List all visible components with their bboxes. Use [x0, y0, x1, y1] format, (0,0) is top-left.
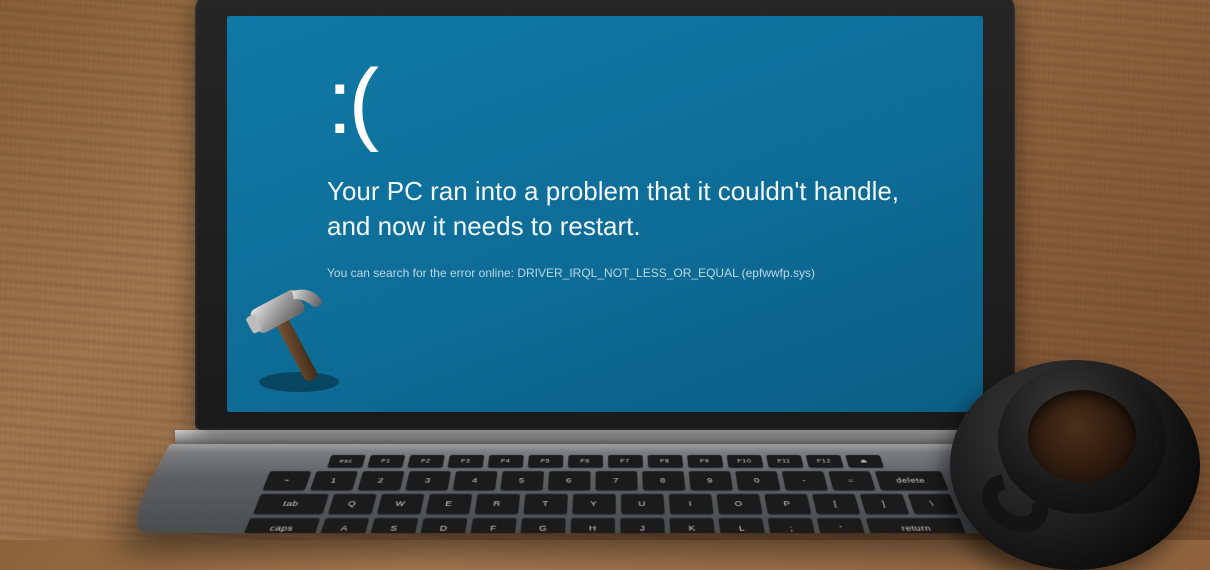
- key-h[interactable]: H: [570, 518, 615, 533]
- bsod-message: Your PC ran into a problem that it could…: [327, 174, 923, 244]
- key-q[interactable]: Q: [328, 494, 377, 514]
- key-;[interactable]: ;: [768, 518, 817, 533]
- key-f11[interactable]: F11: [766, 455, 803, 468]
- key-w[interactable]: W: [376, 494, 424, 514]
- key-'[interactable]: ': [817, 518, 867, 533]
- key-f3[interactable]: F3: [447, 455, 484, 468]
- key-4[interactable]: 4: [452, 471, 497, 490]
- key-k[interactable]: K: [669, 518, 715, 533]
- key-s[interactable]: S: [369, 518, 418, 533]
- laptop: :( Your PC ran into a problem that it co…: [170, 0, 1040, 564]
- key-f6[interactable]: F6: [567, 455, 602, 468]
- key-e[interactable]: E: [425, 494, 472, 514]
- key-f[interactable]: F: [470, 518, 517, 533]
- laptop-lid: :( Your PC ran into a problem that it co…: [195, 0, 1015, 430]
- key-u[interactable]: U: [620, 494, 664, 514]
- keyboard: escF1F2F3F4F5F6F7F8F9F10F11F12⏏ ~1234567…: [149, 455, 1062, 533]
- key-esc[interactable]: esc: [327, 455, 366, 468]
- key-o[interactable]: O: [716, 494, 762, 514]
- key-⏏[interactable]: ⏏: [845, 455, 884, 468]
- key-r[interactable]: R: [474, 494, 519, 514]
- key-i[interactable]: I: [668, 494, 713, 514]
- key-1[interactable]: 1: [310, 471, 358, 490]
- key-g[interactable]: G: [520, 518, 566, 533]
- bsod-subtext: You can search for the error online: DRI…: [327, 266, 923, 280]
- key-f9[interactable]: F9: [687, 455, 723, 468]
- key-delete[interactable]: delete: [874, 471, 948, 490]
- hammer-icon: [241, 278, 361, 398]
- key-2[interactable]: 2: [357, 471, 404, 490]
- key-tab[interactable]: tab: [253, 494, 329, 514]
- key-l[interactable]: L: [718, 518, 765, 533]
- key-6[interactable]: 6: [547, 471, 590, 490]
- key-f5[interactable]: F5: [527, 455, 563, 468]
- key-j[interactable]: J: [620, 518, 665, 533]
- key-[[interactable]: [: [811, 494, 859, 514]
- key-f1[interactable]: F1: [367, 455, 405, 468]
- key-y[interactable]: Y: [572, 494, 615, 514]
- key-f7[interactable]: F7: [608, 455, 643, 468]
- key-~[interactable]: ~: [262, 471, 311, 490]
- key-8[interactable]: 8: [642, 471, 685, 490]
- key-][interactable]: ]: [859, 494, 908, 514]
- key-t[interactable]: T: [523, 494, 567, 514]
- key-7[interactable]: 7: [595, 471, 637, 490]
- key-p[interactable]: P: [764, 494, 811, 514]
- key-f12[interactable]: F12: [805, 455, 843, 468]
- key-caps[interactable]: caps: [242, 518, 320, 533]
- key-a[interactable]: A: [319, 518, 369, 533]
- key-9[interactable]: 9: [688, 471, 732, 490]
- key-f8[interactable]: F8: [647, 455, 683, 468]
- coffee-cup: [940, 300, 1210, 570]
- bsod-emoticon: :(: [327, 56, 923, 148]
- key-0[interactable]: 0: [735, 471, 780, 490]
- laptop-hinge: [175, 430, 1035, 444]
- key-f10[interactable]: F10: [726, 455, 763, 468]
- bsod-screen: :( Your PC ran into a problem that it co…: [227, 16, 983, 412]
- key-f4[interactable]: F4: [487, 455, 523, 468]
- key-5[interactable]: 5: [500, 471, 544, 490]
- key-f2[interactable]: F2: [407, 455, 444, 468]
- cup-body: [998, 364, 1166, 514]
- key-d[interactable]: D: [420, 518, 468, 533]
- key-=[interactable]: =: [828, 471, 875, 490]
- key--[interactable]: -: [781, 471, 827, 490]
- key-3[interactable]: 3: [405, 471, 451, 490]
